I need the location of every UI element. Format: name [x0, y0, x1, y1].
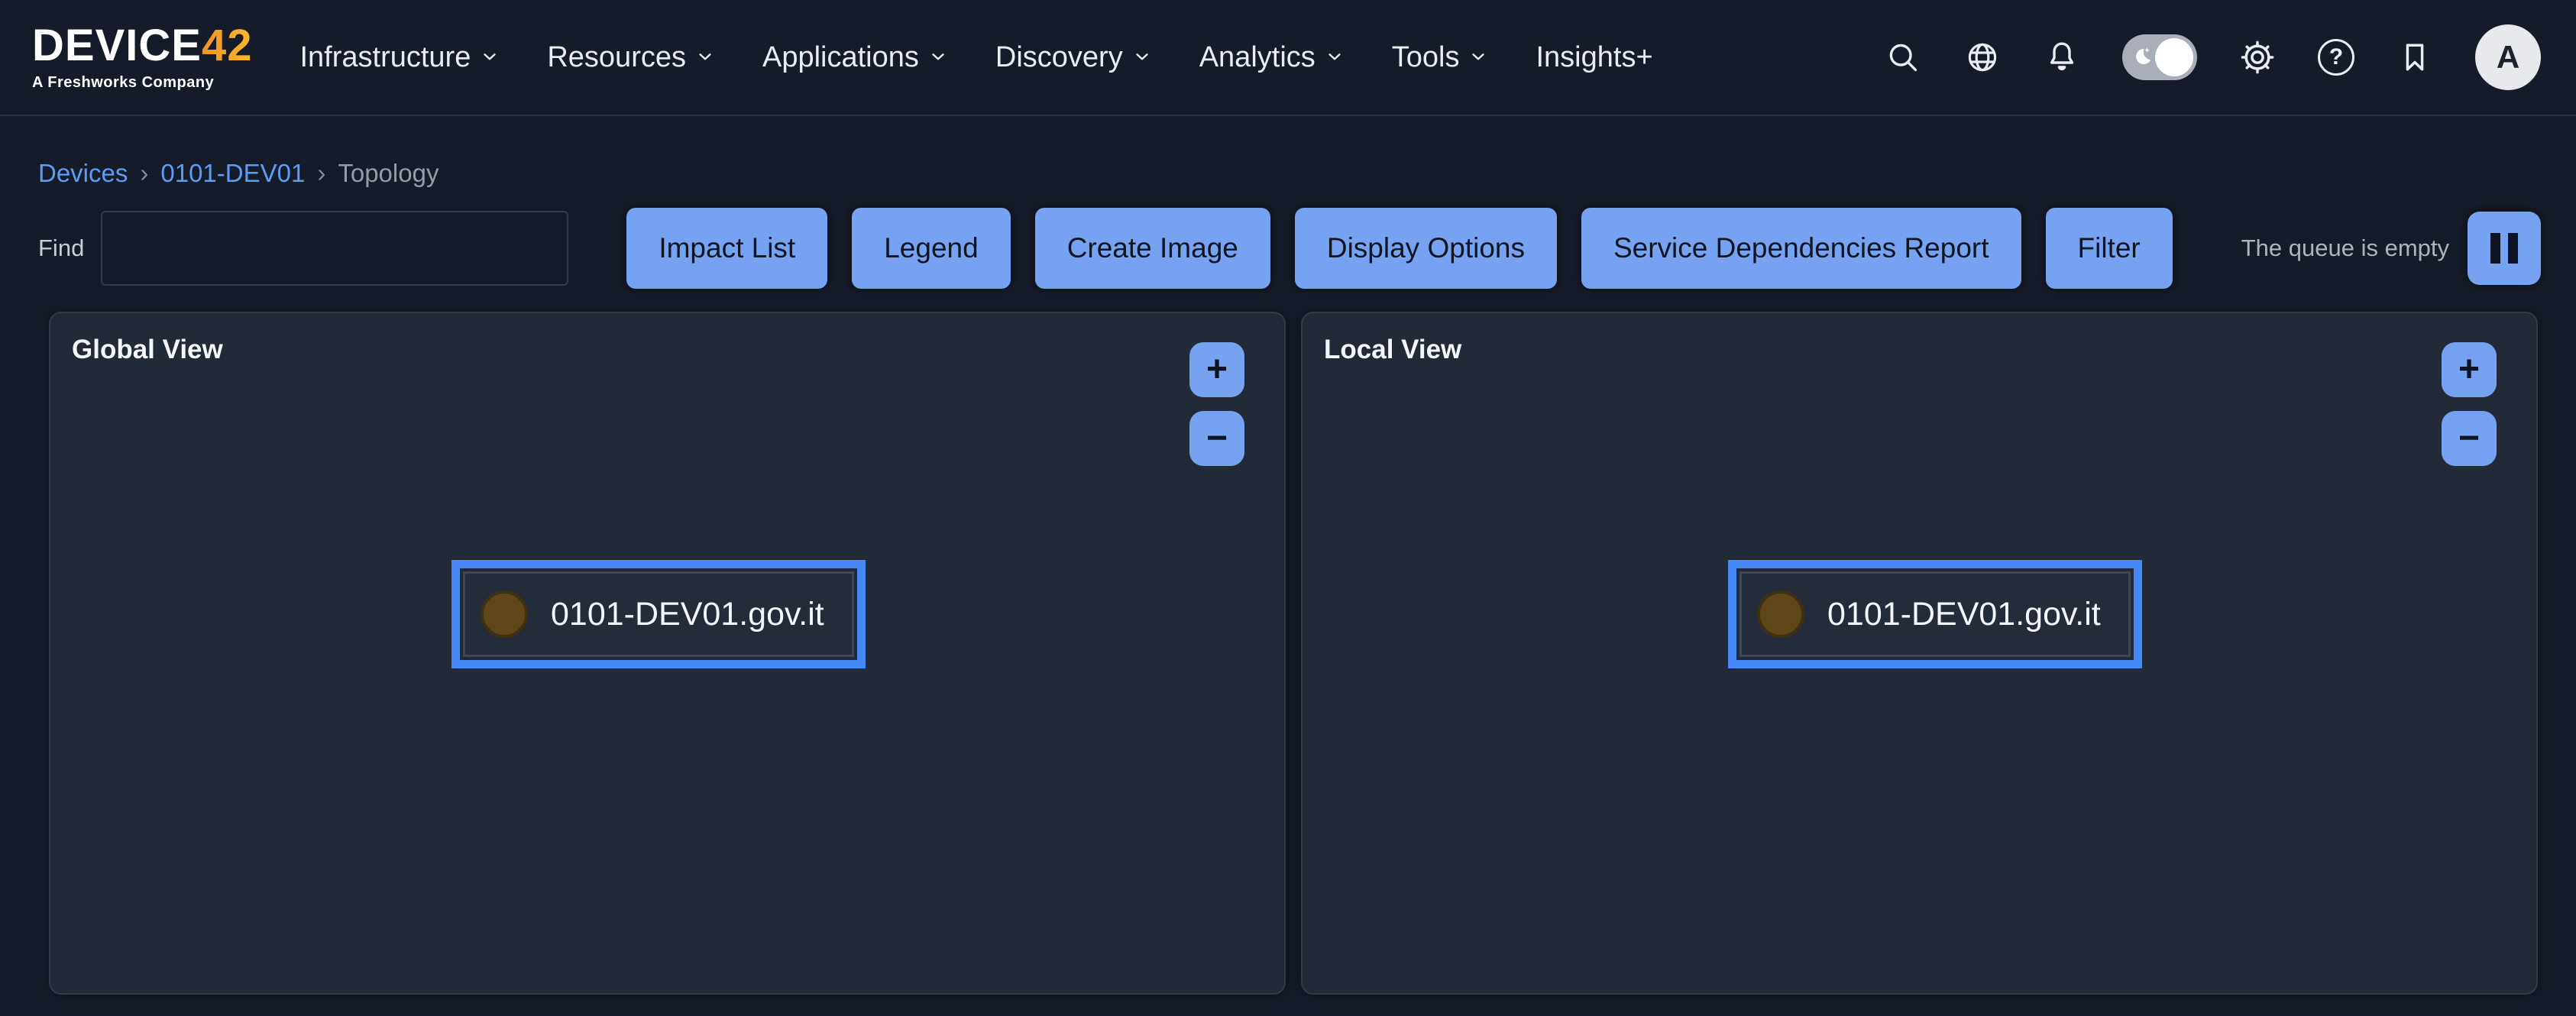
- display-options-button[interactable]: Display Options: [1295, 208, 1557, 289]
- local-view-panel[interactable]: Local View + − 0101-DEV01.gov.it: [1301, 312, 2538, 995]
- breadcrumb: Devices › 0101-DEV01 › Topology: [38, 159, 2576, 188]
- toggle-knob: [2155, 38, 2193, 76]
- nav-item-applications[interactable]: Applications: [762, 41, 948, 74]
- breadcrumb-separator: ›: [317, 159, 325, 188]
- nav-item-label: Infrastructure: [299, 41, 471, 74]
- global-view-zoom-controls: + −: [1189, 342, 1244, 466]
- topology-panels: Global View + − 0101-DEV01.gov.it Local …: [49, 312, 2538, 995]
- nav-item-discovery[interactable]: Discovery: [995, 41, 1152, 74]
- chevron-down-icon: [928, 41, 948, 74]
- brand-name: DEVICE42: [32, 24, 252, 68]
- brand-logo[interactable]: DEVICE42 A Freshworks Company: [32, 24, 252, 92]
- zoom-out-button[interactable]: −: [2442, 411, 2497, 466]
- zoom-out-button[interactable]: −: [1189, 411, 1244, 466]
- breadcrumb-current-page: Topology: [338, 159, 439, 188]
- nav-item-label: Insights+: [1536, 41, 1652, 74]
- nav-item-label: Applications: [762, 41, 919, 74]
- bookmark-icon[interactable]: [2396, 38, 2434, 76]
- chevron-down-icon: [1468, 41, 1488, 74]
- global-view-panel[interactable]: Global View + − 0101-DEV01.gov.it: [49, 312, 1286, 995]
- panel-title: Global View: [72, 335, 223, 365]
- device-node[interactable]: 0101-DEV01.gov.it: [463, 571, 854, 657]
- nav-item-resources[interactable]: Resources: [547, 41, 715, 74]
- nav-item-label: Tools: [1392, 41, 1460, 74]
- zoom-in-button[interactable]: +: [1189, 342, 1244, 397]
- nav-item-tools[interactable]: Tools: [1392, 41, 1489, 74]
- help-glyph: ?: [2329, 44, 2343, 70]
- settings-gear-icon[interactable]: [2238, 38, 2277, 76]
- create-image-button[interactable]: Create Image: [1035, 208, 1270, 289]
- brand-tagline: A Freshworks Company: [32, 74, 214, 92]
- nav-item-analytics[interactable]: Analytics: [1199, 41, 1345, 74]
- zoom-in-button[interactable]: +: [2442, 342, 2497, 397]
- nav-item-label: Resources: [547, 41, 686, 74]
- chevron-down-icon: [1325, 41, 1345, 74]
- nav-item-label: Analytics: [1199, 41, 1316, 74]
- device-node-label: 0101-DEV01.gov.it: [1827, 596, 2101, 633]
- impact-list-button[interactable]: Impact List: [626, 208, 827, 289]
- find-label: Find: [38, 235, 84, 262]
- filter-button[interactable]: Filter: [2046, 208, 2173, 289]
- panel-title: Local View: [1324, 335, 1461, 365]
- notifications-bell-icon[interactable]: [2043, 38, 2081, 76]
- breadcrumb-separator: ›: [140, 159, 148, 188]
- breadcrumb-device-link[interactable]: 0101-DEV01: [160, 159, 305, 188]
- nav-item-insights[interactable]: Insights+: [1536, 41, 1652, 74]
- help-icon[interactable]: ?: [2318, 39, 2354, 76]
- device-node[interactable]: 0101-DEV01.gov.it: [1739, 571, 2131, 657]
- search-icon[interactable]: [1884, 38, 1922, 76]
- avatar-letter: A: [2497, 39, 2519, 76]
- toolbar-buttons: Impact List Legend Create Image Display …: [626, 208, 2172, 289]
- brand-name-accent: 42: [202, 21, 253, 70]
- globe-icon[interactable]: [1963, 38, 2002, 76]
- device-node-label: 0101-DEV01.gov.it: [551, 596, 824, 633]
- nav-item-label: Discovery: [995, 41, 1123, 74]
- main-nav: Infrastructure Resources Applications Di…: [299, 41, 1652, 74]
- user-avatar[interactable]: A: [2475, 24, 2541, 90]
- queue-pause-button[interactable]: [2468, 212, 2541, 285]
- pause-icon: [2490, 233, 2518, 264]
- find-input[interactable]: [101, 211, 568, 286]
- topology-toolbar: Find Impact List Legend Create Image Dis…: [38, 208, 2541, 289]
- breadcrumb-devices-link[interactable]: Devices: [38, 159, 128, 188]
- nav-item-infrastructure[interactable]: Infrastructure: [299, 41, 500, 74]
- device-status-dot: [1757, 591, 1804, 638]
- navbar-actions: ? A: [1884, 24, 2541, 90]
- local-view-zoom-controls: + −: [2442, 342, 2497, 466]
- legend-button[interactable]: Legend: [852, 208, 1010, 289]
- queue-status-text: The queue is empty: [2241, 235, 2449, 262]
- chevron-down-icon: [695, 41, 715, 74]
- queue-status-area: The queue is empty: [2241, 212, 2541, 285]
- moon-icon: [2129, 44, 2154, 73]
- top-navbar: DEVICE42 A Freshworks Company Infrastruc…: [0, 0, 2576, 116]
- chevron-down-icon: [1132, 41, 1152, 74]
- device-status-dot: [481, 591, 528, 638]
- service-dependencies-report-button[interactable]: Service Dependencies Report: [1581, 208, 2021, 289]
- dark-mode-toggle[interactable]: [2122, 34, 2197, 80]
- chevron-down-icon: [480, 41, 500, 74]
